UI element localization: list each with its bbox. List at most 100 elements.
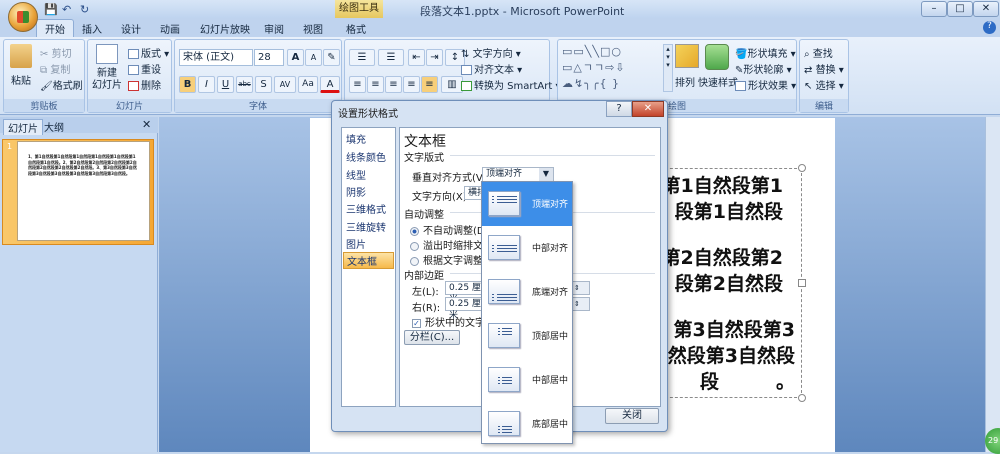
close-pane-icon[interactable]: ✕	[142, 118, 151, 131]
tab-slideshow[interactable]: 幻灯片放映	[200, 21, 250, 36]
tab-slides[interactable]: 幻灯片	[3, 119, 43, 135]
minimize-button[interactable]: –	[921, 1, 947, 17]
delete-button[interactable]: 删除	[128, 77, 161, 92]
shrink-font-button[interactable]: A	[305, 49, 322, 66]
font-name-select[interactable]: 宋体 (正文)	[179, 49, 253, 66]
paste-button[interactable]: 粘贴	[11, 72, 31, 87]
autofit-option[interactable]: 不自动调整(D)	[410, 222, 489, 237]
cut-button[interactable]: ✂ 剪切	[40, 45, 72, 60]
shapes-gallery[interactable]: ▭▭╲╲□○ ▭△ㄱㄱ⇨⇩ ☁↯╮╭{ }	[562, 44, 660, 92]
dialog-help-button[interactable]: ?	[606, 101, 632, 117]
close-window-button[interactable]: ✕	[973, 1, 999, 17]
option-top-centered[interactable]: 顶部居中	[482, 314, 572, 358]
increase-indent-icon[interactable]: ⇥	[426, 49, 443, 66]
close-button[interactable]: 关闭	[605, 408, 659, 424]
option-bottom[interactable]: 底端对齐	[482, 270, 572, 314]
category-shadow[interactable]: 阴影	[346, 184, 366, 199]
vertical-scrollbar[interactable]	[985, 117, 1000, 452]
convert-smartart-button[interactable]: 转换为 SmartArt ▾	[461, 77, 561, 92]
checkbox[interactable]: ✓	[412, 318, 421, 328]
justify-icon[interactable]: ≡	[403, 76, 420, 93]
category-text-box[interactable]: 文本框	[343, 252, 394, 269]
columns-button[interactable]: 分栏(C)...	[404, 330, 460, 345]
text-box[interactable]: 第1自然段第1 段第1自然段 第2自然段第2 段第2自然段 第3自然段第3 然段…	[655, 164, 806, 402]
redo-icon[interactable]: ↻	[80, 3, 89, 16]
shape-outline-button[interactable]: ✎形状轮廓 ▾	[735, 61, 792, 76]
radio-button[interactable]	[410, 241, 419, 251]
help-icon[interactable]: ?	[983, 21, 996, 34]
char-spacing-button[interactable]: AV	[274, 76, 296, 93]
category-line-color[interactable]: 线条颜色	[346, 149, 386, 164]
left-margin-input[interactable]: 0.25 厘米	[445, 281, 485, 305]
reset-button[interactable]: 重设	[128, 61, 161, 76]
shape-effects-button[interactable]: 形状效果 ▾	[735, 77, 796, 92]
copy-button[interactable]: ⧉ 复制	[40, 61, 70, 76]
align-right-icon[interactable]: ≡	[385, 76, 402, 93]
decrease-indent-icon[interactable]: ⇤	[408, 49, 425, 66]
strikethrough-button[interactable]: abc	[236, 76, 253, 93]
underline-button[interactable]: U	[217, 76, 234, 93]
tab-outline[interactable]: 大纲	[44, 119, 64, 134]
tab-view[interactable]: 视图	[303, 21, 323, 36]
vertical-align-select[interactable]: 顶端对齐 ▼	[482, 167, 554, 182]
tab-review[interactable]: 审阅	[264, 21, 284, 36]
undo-icon[interactable]: ↶	[62, 3, 71, 16]
resize-handle[interactable]	[798, 164, 806, 172]
select-button[interactable]: ↖ 选择 ▾	[804, 77, 844, 92]
change-case-button[interactable]: Aa	[298, 76, 318, 93]
slide-thumbnail[interactable]: 1、第1自然段第1自然段第1自然段第1自然段第1自然段第1自然段第1自然段。2、…	[17, 141, 150, 241]
option-middle[interactable]: 中部对齐	[482, 226, 572, 270]
bullets-icon[interactable]: ☰	[349, 49, 375, 66]
align-center-icon[interactable]: ≡	[367, 76, 384, 93]
radio-button[interactable]	[410, 256, 419, 266]
bottom-margin-spinner[interactable]: ⇕	[570, 297, 590, 311]
format-painter-button[interactable]: 🖌格式刷	[40, 77, 83, 92]
chevron-down-icon[interactable]: ▼	[539, 168, 553, 181]
bold-button[interactable]: B	[179, 76, 196, 93]
quick-styles-button[interactable]: 快速样式	[698, 74, 738, 89]
layout-button[interactable]: 版式 ▾	[128, 45, 169, 60]
shape-fill-button[interactable]: 🪣形状填充 ▾	[735, 45, 796, 60]
paste-icon[interactable]	[10, 44, 32, 68]
shadow-button[interactable]: S	[255, 76, 272, 93]
right-margin-input[interactable]: 0.25 厘米	[445, 297, 485, 321]
category-3d-format[interactable]: 三维格式	[346, 201, 386, 216]
new-slide-icon[interactable]	[96, 44, 118, 64]
dialog-close-button[interactable]: ✕	[632, 101, 664, 117]
resize-handle[interactable]	[798, 394, 806, 402]
replace-button[interactable]: ⇄ 替换 ▾	[804, 61, 844, 76]
grow-font-button[interactable]: A	[287, 49, 304, 66]
office-button[interactable]	[8, 2, 38, 32]
tab-home[interactable]: 开始	[36, 19, 74, 37]
save-icon[interactable]: 💾	[44, 3, 58, 16]
resize-handle[interactable]	[798, 279, 806, 287]
maximize-button[interactable]: □	[947, 1, 973, 17]
category-line-style[interactable]: 线型	[346, 167, 366, 182]
top-margin-spinner[interactable]: ⇕	[570, 281, 590, 295]
text-direction-button[interactable]: ⇅ 文字方向 ▾	[461, 45, 521, 60]
tab-design[interactable]: 设计	[121, 21, 141, 36]
arrange-button[interactable]: 排列	[675, 74, 695, 89]
radio-button[interactable]	[410, 226, 419, 236]
clear-format-icon[interactable]: ✎	[323, 49, 340, 66]
option-middle-centered[interactable]: 中部居中	[482, 358, 572, 402]
gallery-scroll[interactable]: ▴ ▾ ▾	[663, 44, 673, 92]
new-slide-button[interactable]: 新建 幻灯片	[92, 68, 122, 92]
category-3d-rotation[interactable]: 三维旋转	[346, 219, 386, 234]
tab-animation[interactable]: 动画	[160, 21, 180, 36]
font-color-button[interactable]: A	[320, 76, 340, 93]
option-top[interactable]: 顶端对齐	[482, 182, 572, 226]
category-picture[interactable]: 图片	[346, 236, 366, 251]
font-size-select[interactable]: 28	[254, 49, 284, 66]
category-fill[interactable]: 填充	[346, 131, 366, 146]
find-button[interactable]: ⌕ 查找	[804, 45, 833, 60]
italic-button[interactable]: I	[198, 76, 215, 93]
columns-icon[interactable]: ▥	[441, 76, 463, 93]
align-left-icon[interactable]: ≡	[349, 76, 366, 93]
option-bottom-centered[interactable]: 底部居中	[482, 402, 572, 446]
tab-insert[interactable]: 插入	[82, 21, 102, 36]
numbering-icon[interactable]: ☰	[378, 49, 404, 66]
tab-format[interactable]: 格式	[346, 21, 366, 36]
distributed-icon[interactable]: ≡	[421, 76, 438, 93]
align-text-button[interactable]: 对齐文本 ▾	[461, 61, 522, 76]
